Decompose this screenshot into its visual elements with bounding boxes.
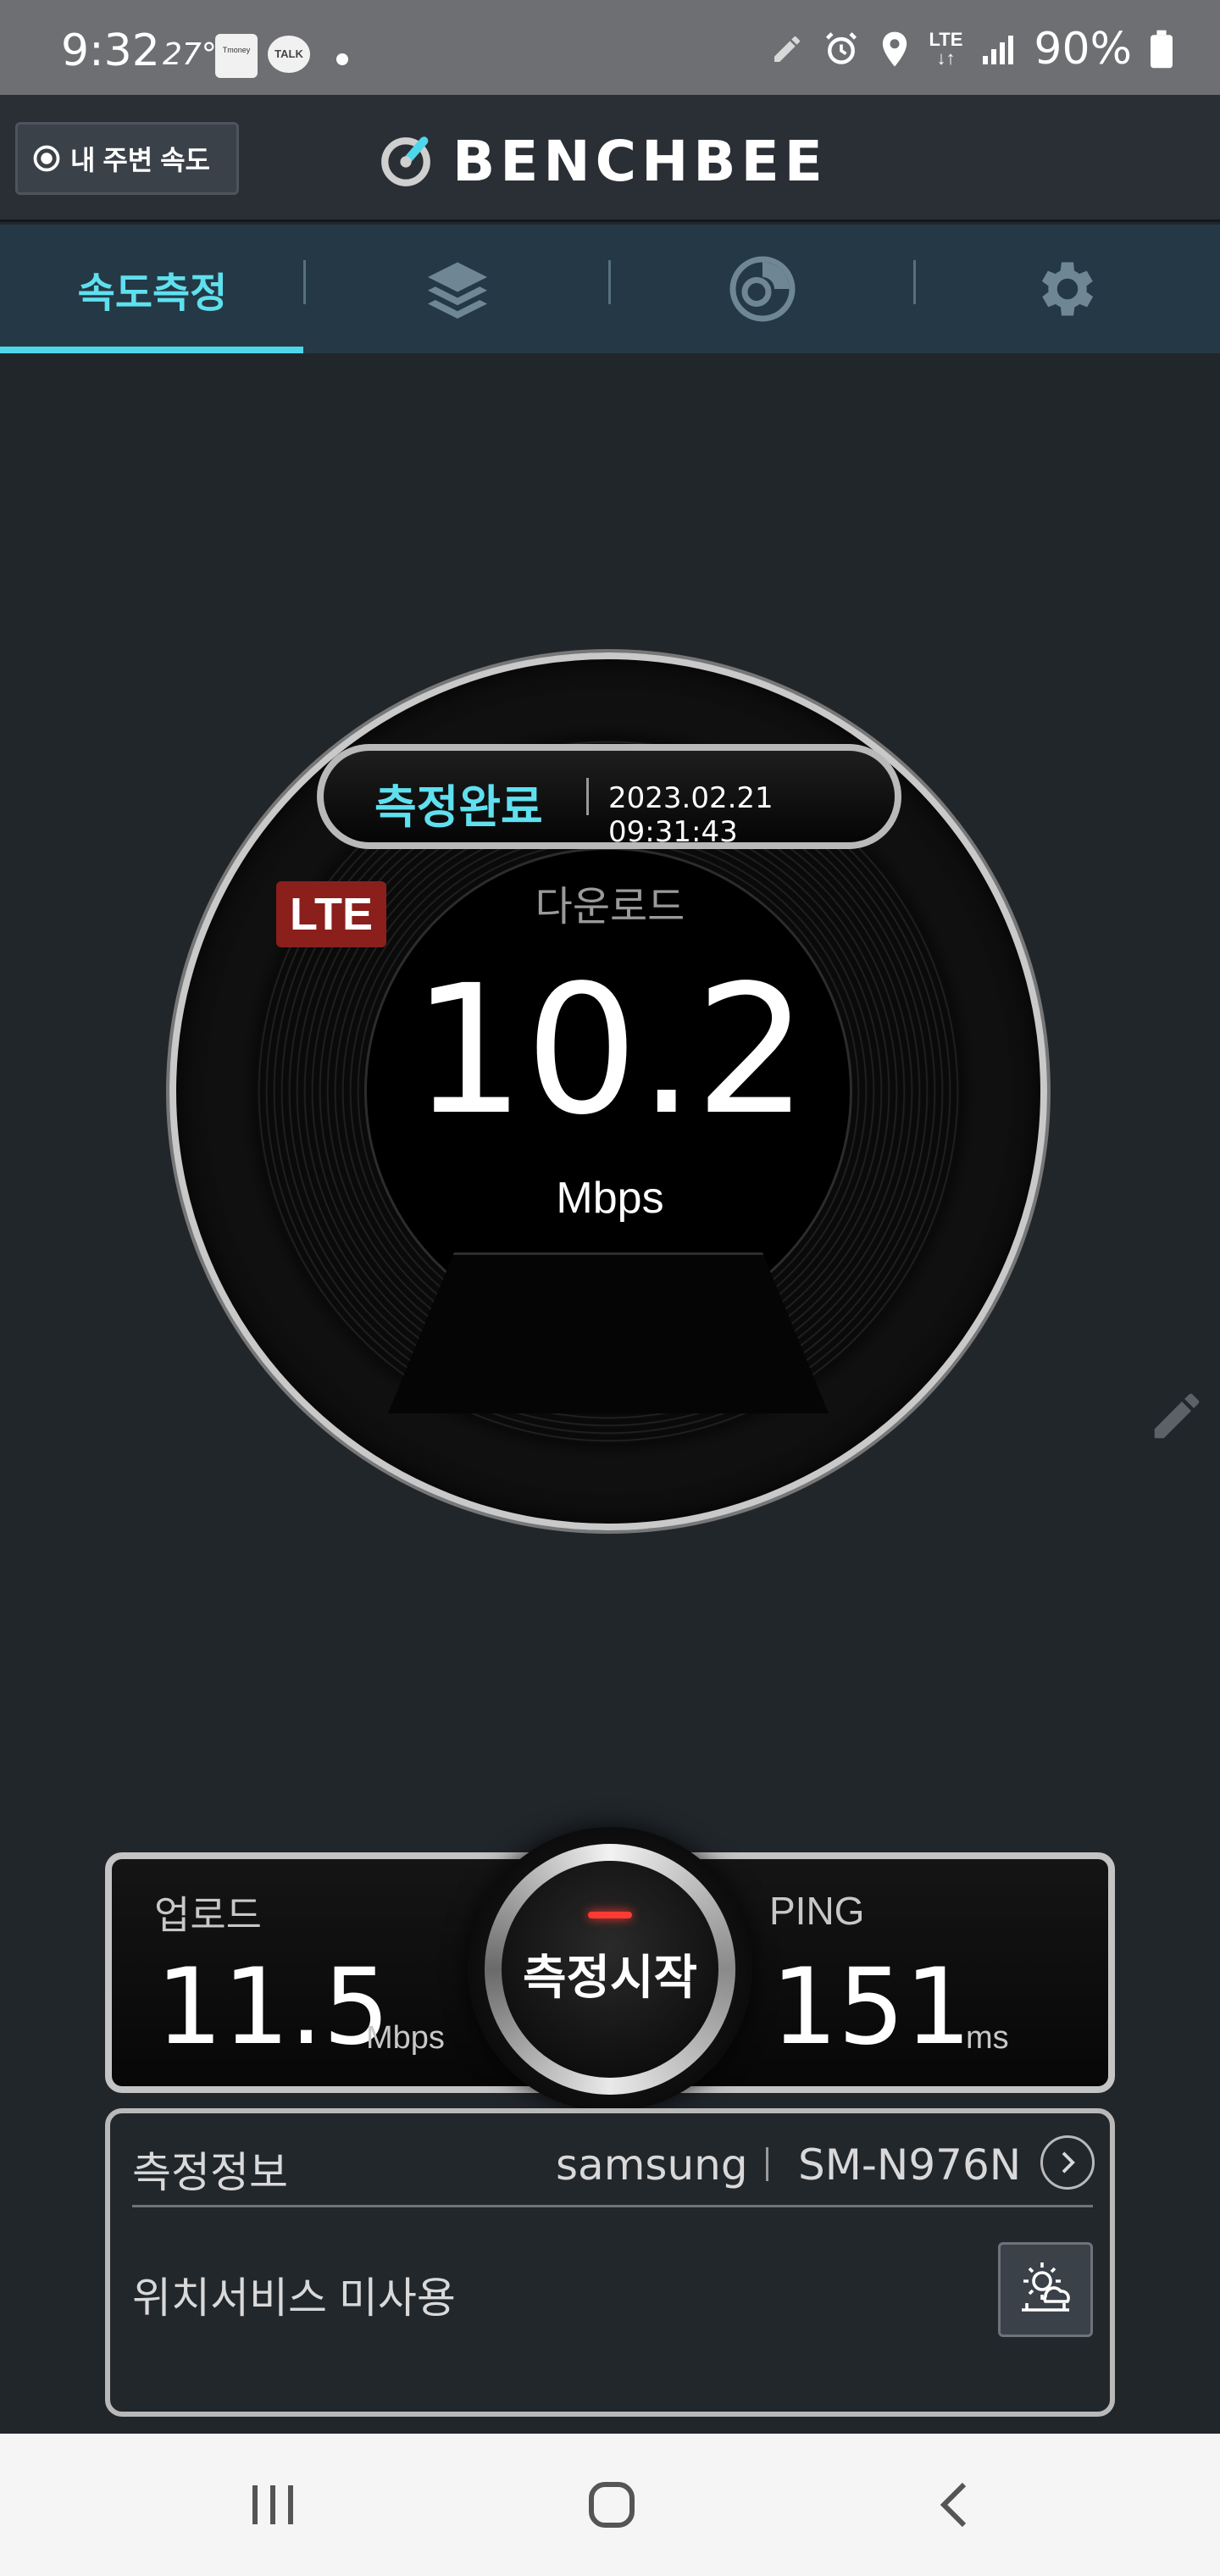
gear-icon [1041,262,1094,316]
layers-icon [428,262,487,319]
battery-icon [1151,30,1173,69]
info-detail-button[interactable] [1040,2135,1095,2190]
app-header: 내 주변 속도 BENCHBEE [0,95,1220,222]
status-right-icons: LTE ↓↑ 90% [770,24,1173,75]
back-icon [940,2482,967,2528]
tab-bar: 속도측정 [0,225,1220,353]
home-icon [589,2482,635,2528]
home-button[interactable] [527,2434,696,2576]
tmoney-notification-icon: Tmoney [215,34,258,78]
benchbee-logo: BENCHBEE [378,129,828,194]
start-measurement-label: 측정시작 [522,1950,698,2004]
active-tab-indicator [0,347,303,353]
pencil-icon [1154,1393,1200,1439]
tab-layers[interactable] [305,225,610,353]
target-icon [33,145,60,172]
device-brand: samsung [556,2140,748,2190]
pill-divider [586,778,589,815]
start-button-face: 측정시작 [502,1861,718,2078]
weather-icon [1022,2262,1070,2312]
recent-apps-button[interactable] [188,2434,358,2576]
gauge-lower-panel [388,1252,829,1413]
info-divider-vertical [766,2147,768,2181]
tab-history[interactable] [610,225,915,353]
upload-speed-unit: Mbps [366,2020,445,2056]
kakaotalk-notification-icon: TALK [268,36,310,73]
edit-pencil-button[interactable] [1147,1386,1206,1450]
measurement-complete-label: 측정완료 [374,782,543,833]
tab-settings[interactable] [915,225,1220,353]
recent-apps-icon [252,2485,293,2524]
tab-speed-test[interactable]: 속도측정 [0,225,305,353]
info-divider [132,2205,1093,2207]
ping-unit: ms [966,2020,1009,2056]
chevron-right-icon [1062,2151,1075,2174]
lte-indicator: LTE ↓↑ [929,29,963,69]
logo-text: BENCHBEE [452,129,828,194]
nearby-speed-label: 내 주변 속도 [70,145,210,175]
status-time: 9:32 [61,25,160,76]
history-disc-icon [729,256,796,322]
lte-indicator-label: LTE [929,29,963,50]
nearby-speed-button[interactable]: 내 주변 속도 [15,122,239,195]
status-temperature: 27° [163,37,217,72]
download-speed-value: 10.2 [412,947,808,1154]
measurement-status-pill: 측정완료 2023.02.21 09:31:43 [317,744,901,849]
weather-button[interactable] [998,2242,1093,2337]
back-button[interactable] [869,2434,1039,2576]
download-speed-unit: Mbps [556,1174,664,1223]
pencil-status-icon [774,36,800,62]
alarm-icon [825,32,857,64]
tab-speed-test-label: 속도측정 [77,271,228,316]
upload-label: 업로드 [154,1893,262,1937]
measurement-info-title: 측정정보 [132,2149,288,2196]
location-service-status: 위치서비스 미사용 [132,2274,456,2322]
start-button-led [588,1912,632,1918]
download-label: 다운로드 [535,885,685,930]
battery-percent: 90% [1034,24,1132,75]
more-notifications-dot [336,53,348,65]
ping-value: 151 [771,1946,972,2068]
location-icon [882,31,907,67]
status-bar: 9:32 27° Tmoney TALK LTE ↓↑ 90% [0,0,1220,95]
ping-label: PING [769,1889,865,1933]
upload-speed-value: 11.5 [156,1946,391,2068]
start-measurement-button[interactable]: 측정시작 [468,1827,752,2112]
speedometer-logo-icon [381,136,430,186]
measurement-timestamp: 2023.02.21 09:31:43 [608,781,774,849]
system-navigation-bar [0,2434,1220,2576]
network-type-badge: LTE [276,881,386,947]
measurement-info-panel: 측정정보 samsung SM-N976N 위치서비스 미사용 [105,2108,1115,2417]
device-model: SM-N976N [798,2140,1022,2190]
signal-icon [983,36,1014,64]
